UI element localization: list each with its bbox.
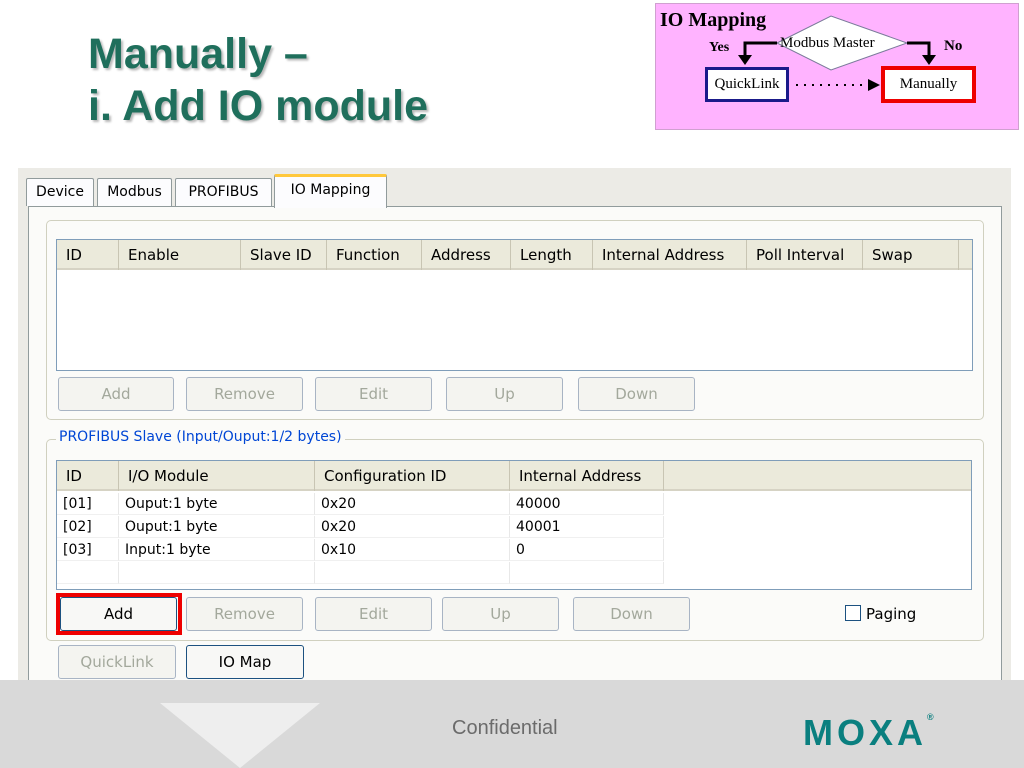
confidential-label: Confidential [452,717,558,739]
slide-title: Manually – i. Add IO module [88,28,428,132]
yes-arrowhead [738,55,752,65]
table-cell[interactable]: [03] [57,539,119,561]
profibus-table-header: ID I/O Module Configuration ID Internal … [57,461,971,491]
col-internal-address[interactable]: Internal Address [510,461,664,491]
table-cell[interactable]: Ouput:1 byte [119,516,315,538]
profibus-io-module-table[interactable]: ID I/O Module Configuration ID Internal … [56,460,972,590]
registered-mark: ® [927,712,934,722]
col-io-module[interactable]: I/O Module [119,461,315,491]
col-slave-id[interactable]: Slave ID [241,240,327,270]
col-address[interactable]: Address [422,240,511,270]
quicklink-box: QuickLink [705,67,789,102]
table-cell[interactable]: 0x20 [315,516,510,538]
profibus-group-legend: PROFIBUS Slave (Input/Ouput:1/2 bytes) [56,429,345,445]
decision-label: Modbus Master [780,35,875,51]
yes-connector [743,41,777,56]
table-cell[interactable]: 40001 [510,516,664,538]
io-map-button[interactable]: IO Map [186,645,304,679]
col-swap[interactable]: Swap [863,240,959,270]
col-poll-interval[interactable]: Poll Interval [747,240,863,270]
profibus-edit-button[interactable]: Edit [315,597,432,631]
manually-box: Manually [881,66,976,103]
table-cell[interactable]: Input:1 byte [119,539,315,561]
modbus-add-button[interactable]: Add [58,377,174,411]
moxa-logo-text: MOXA [803,712,927,753]
table-cell[interactable]: [01] [57,493,119,515]
empty-cell [57,562,119,584]
modbus-up-button[interactable]: Up [446,377,563,411]
empty-cell [315,562,510,584]
col-id[interactable]: ID [57,461,119,491]
table-cell[interactable]: 0 [510,539,664,561]
flow-title: IO Mapping [660,9,767,31]
tab-modbus[interactable]: Modbus [97,178,172,206]
quicklink-button[interactable]: QuickLink [58,645,176,679]
col-length[interactable]: Length [511,240,593,270]
empty-cell [510,562,664,584]
slide-title-line1: Manually – [88,30,308,78]
profibus-remove-button[interactable]: Remove [186,597,303,631]
paging-checkbox[interactable] [845,605,861,621]
slide-title-line2: i. Add IO module [88,82,429,130]
col-internal-address[interactable]: Internal Address [593,240,747,270]
col-enable[interactable]: Enable [119,240,241,270]
no-connector [907,41,931,56]
tab-io-mapping[interactable]: IO Mapping [274,174,387,208]
moxa-logo: MOXA® [803,712,934,754]
table-cell[interactable]: Ouput:1 byte [119,493,315,515]
io-mapping-flow-diagram: IO Mapping Modbus Master Yes No QuickLin… [655,3,1019,130]
profibus-up-button[interactable]: Up [442,597,559,631]
add-button-highlight [56,593,182,635]
modbus-mapping-table[interactable]: ID Enable Slave ID Function Address Leng… [56,239,973,371]
no-label: No [944,38,963,54]
footer-decoration [160,703,320,768]
tab-device[interactable]: Device [26,178,94,206]
modbus-edit-button[interactable]: Edit [315,377,432,411]
paging-label: Paging [866,605,917,623]
empty-cell [119,562,315,584]
modbus-down-button[interactable]: Down [578,377,695,411]
modbus-remove-button[interactable]: Remove [186,377,303,411]
profibus-down-button[interactable]: Down [573,597,690,631]
table-cell[interactable]: [02] [57,516,119,538]
table-cell[interactable]: 0x10 [315,539,510,561]
yes-label: Yes [709,40,730,55]
col-function[interactable]: Function [327,240,422,270]
col-configuration-id[interactable]: Configuration ID [315,461,510,491]
no-arrowhead [922,55,936,65]
table-cell[interactable]: 40000 [510,493,664,515]
col-id[interactable]: ID [57,240,119,270]
tab-profibus[interactable]: PROFIBUS [175,178,272,206]
modbus-table-header: ID Enable Slave ID Function Address Leng… [57,240,972,270]
table-cell[interactable]: 0x20 [315,493,510,515]
dotted-arrowhead [868,79,880,91]
